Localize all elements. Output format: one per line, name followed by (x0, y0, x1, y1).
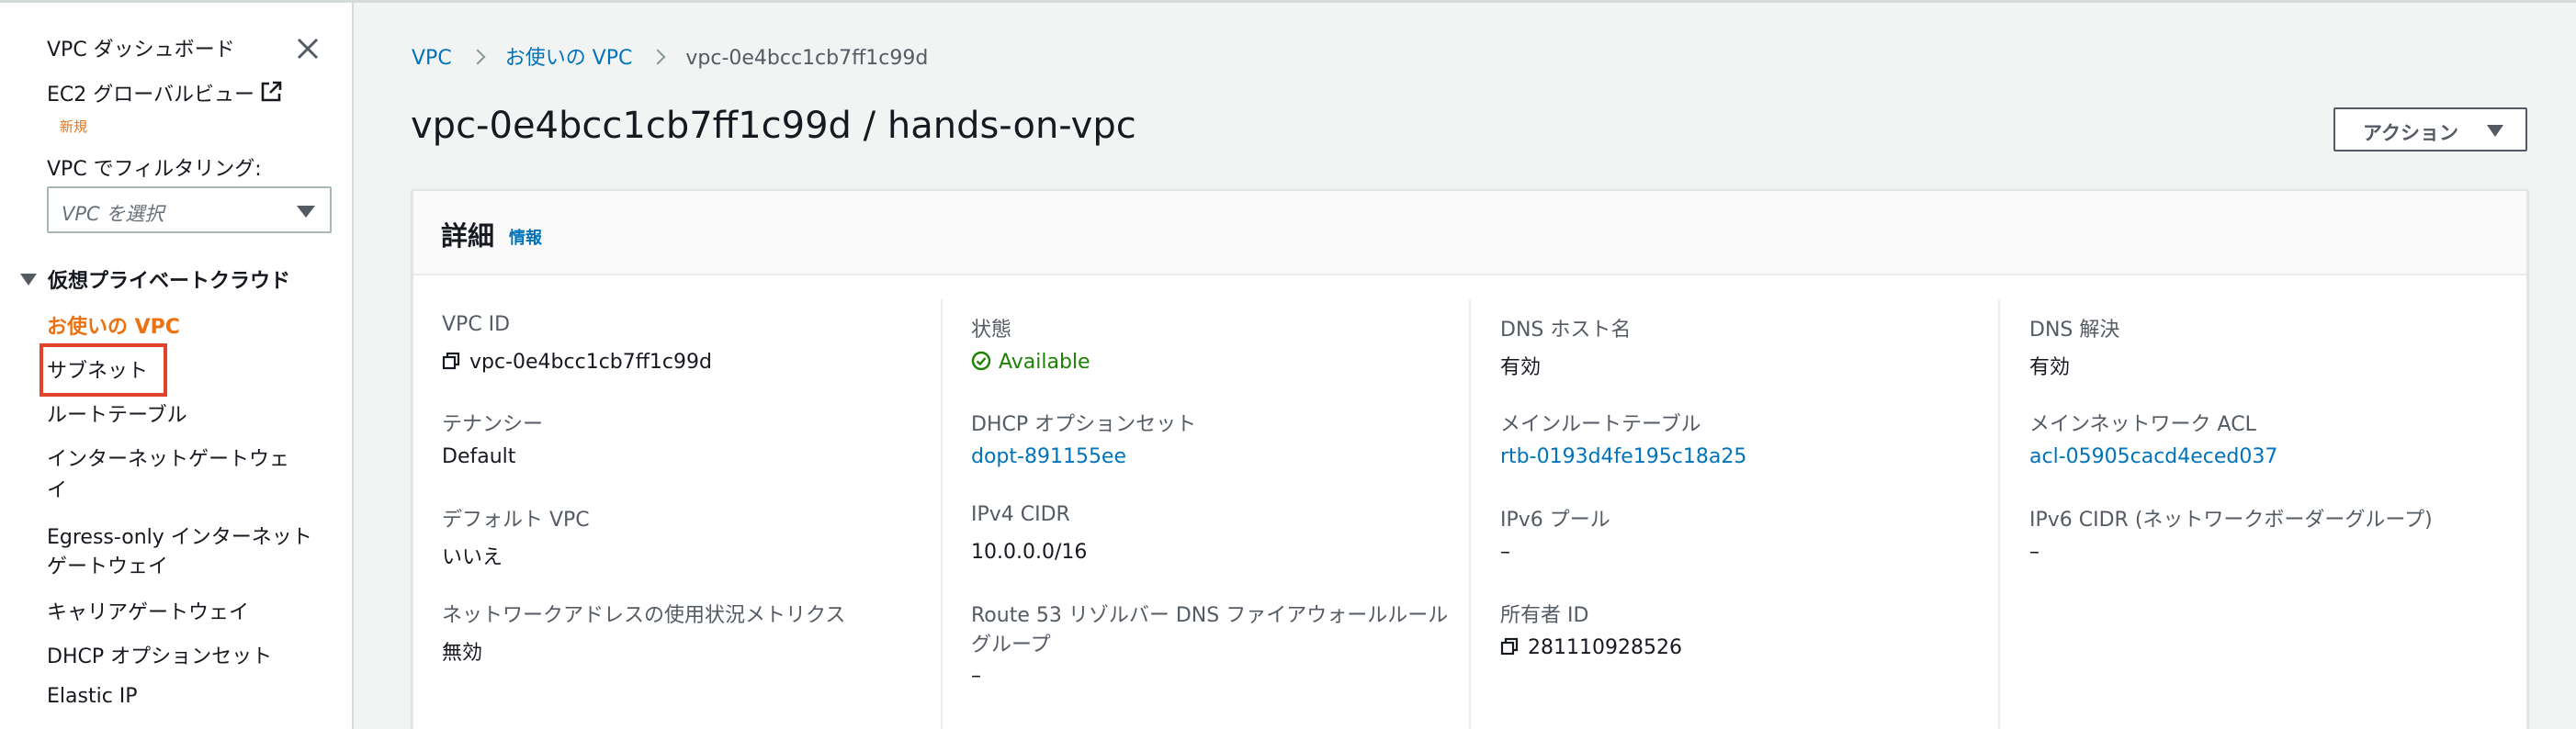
ipv6-cidr-label: IPv6 CIDR (ネットワークボーダーグループ) (2029, 509, 2433, 532)
default-vpc-label: デフォルト VPC (442, 509, 590, 532)
r53-firewall-label-line1: Route 53 リゾルバー DNS ファイアウォールルール (971, 604, 1449, 627)
column-divider (1469, 299, 1471, 729)
tenancy-label: テナンシー (442, 413, 544, 436)
check-circle-icon (971, 351, 991, 371)
filter-label: VPC でフィルタリング: (47, 158, 262, 181)
sidebar-item-ec2-global-view[interactable]: EC2 グローバルビュー (47, 78, 254, 107)
ipv6-pool-value: – (1500, 541, 1510, 564)
dns-hostnames-label: DNS ホスト名 (1500, 319, 1632, 342)
state-label: 状態 (971, 319, 1012, 342)
breadcrumb-vpc[interactable]: VPC (412, 47, 452, 70)
sidebar-item-igw-line2: イ (47, 479, 68, 502)
r53-firewall-value: – (971, 665, 981, 688)
actions-button-label: アクション (2363, 122, 2458, 144)
ipv6-pool-label: IPv6 プール (1500, 509, 1610, 532)
main-route-table-link[interactable]: rtb-0193d4fe195c18a25 (1500, 445, 1746, 468)
vpc-filter-placeholder: VPC を選択 (62, 203, 164, 225)
caret-down-icon (297, 206, 315, 218)
owner-id-label: 所有者 ID (1500, 604, 1589, 627)
dns-resolution-label: DNS 解決 (2029, 319, 2120, 342)
copy-icon[interactable] (442, 352, 460, 370)
state-value: Available (971, 351, 1090, 374)
breadcrumb-your-vpcs[interactable]: お使いの VPC (505, 47, 633, 70)
sidebar-item-igw-line1: インターネットゲートウェ (47, 448, 290, 471)
details-title: 詳細 (441, 220, 495, 252)
vpc-id-label: VPC ID (442, 313, 511, 336)
metrics-label: ネットワークアドレスの使用状況メトリクス (442, 604, 846, 627)
actions-button[interactable]: アクション (2333, 107, 2527, 151)
sidebar-item-egress-line2: ゲートウェイ (47, 555, 169, 578)
section-title: 仮想プライベートクラウド (48, 270, 291, 293)
main-acl-label: メインネットワーク ACL (2029, 413, 2256, 436)
copy-icon[interactable] (1500, 637, 1519, 656)
chevron-right-icon (650, 49, 666, 65)
default-vpc-value: いいえ (442, 546, 503, 569)
vpc-id-value: vpc-0e4bcc1cb7ff1c99d (442, 351, 712, 374)
vpc-filter-select[interactable]: VPC を選択 (47, 186, 332, 233)
sidebar-item-route-tables[interactable]: ルートテーブル (47, 398, 187, 428)
close-icon[interactable] (294, 35, 322, 62)
column-divider (1998, 299, 2000, 729)
r53-firewall-label-line2: グループ (971, 634, 1051, 656)
main-acl-link[interactable]: acl-05905cacd4eced037 (2029, 445, 2277, 468)
vpc-id-text: vpc-0e4bcc1cb7ff1c99d (469, 351, 712, 374)
external-link-icon[interactable] (259, 80, 283, 104)
new-badge: 新規 (60, 118, 88, 135)
dns-resolution-value: 有効 (2029, 356, 2071, 379)
section-vpc-toggle[interactable]: 仮想プライベートクラウド (20, 264, 290, 294)
dhcp-link[interactable]: dopt-891155ee (971, 445, 1126, 468)
main-route-table-label: メインルートテーブル (1500, 413, 1701, 436)
triangle-down-icon (20, 274, 37, 286)
column-divider (941, 299, 943, 729)
ipv4-cidr-value: 10.0.0.0/16 (971, 541, 1088, 564)
ipv6-cidr-value: – (2029, 541, 2039, 564)
details-panel: 詳細 情報 VPC ID vpc-0e4bcc1cb7ff1c99d テナンシー… (412, 189, 2528, 729)
state-text: Available (999, 351, 1090, 374)
sidebar-item-dhcp-options[interactable]: DHCP オプションセット (47, 640, 272, 669)
breadcrumb-current: vpc-0e4bcc1cb7ff1c99d (685, 47, 929, 70)
sidebar-item-your-vpcs[interactable]: お使いの VPC (47, 310, 180, 340)
sidebar-item-carrier-gateways[interactable]: キャリアゲートウェイ (47, 596, 249, 625)
details-panel-header: 詳細 情報 (413, 191, 2526, 275)
breadcrumb: VPC お使いの VPC vpc-0e4bcc1cb7ff1c99d (412, 41, 928, 71)
tenancy-value: Default (442, 445, 516, 468)
ipv4-cidr-label: IPv4 CIDR (971, 503, 1070, 526)
sidebar: VPC ダッシュボード EC2 グローバルビュー 新規 VPC でフィルタリング… (0, 3, 354, 729)
sidebar-item-elastic-ip[interactable]: Elastic IP (47, 685, 138, 708)
sidebar-item-vpc-dashboard[interactable]: VPC ダッシュボード (47, 33, 235, 62)
page-title: vpc-0e4bcc1cb7ff1c99d / hands-on-vpc (411, 105, 1136, 147)
metrics-value: 無効 (442, 642, 483, 665)
subnet-highlight-box (40, 343, 167, 397)
chevron-right-icon (469, 49, 486, 65)
sidebar-item-egress-line1: Egress-only インターネット (47, 526, 312, 549)
info-link[interactable]: 情報 (509, 225, 542, 249)
dhcp-label: DHCP オプションセット (971, 413, 1197, 436)
owner-id-value: 281110928526 (1500, 636, 1682, 659)
top-border (0, 0, 2576, 3)
owner-id-text: 281110928526 (1528, 636, 1682, 659)
caret-down-icon (2487, 125, 2503, 137)
dns-hostnames-value: 有効 (1500, 356, 1542, 379)
